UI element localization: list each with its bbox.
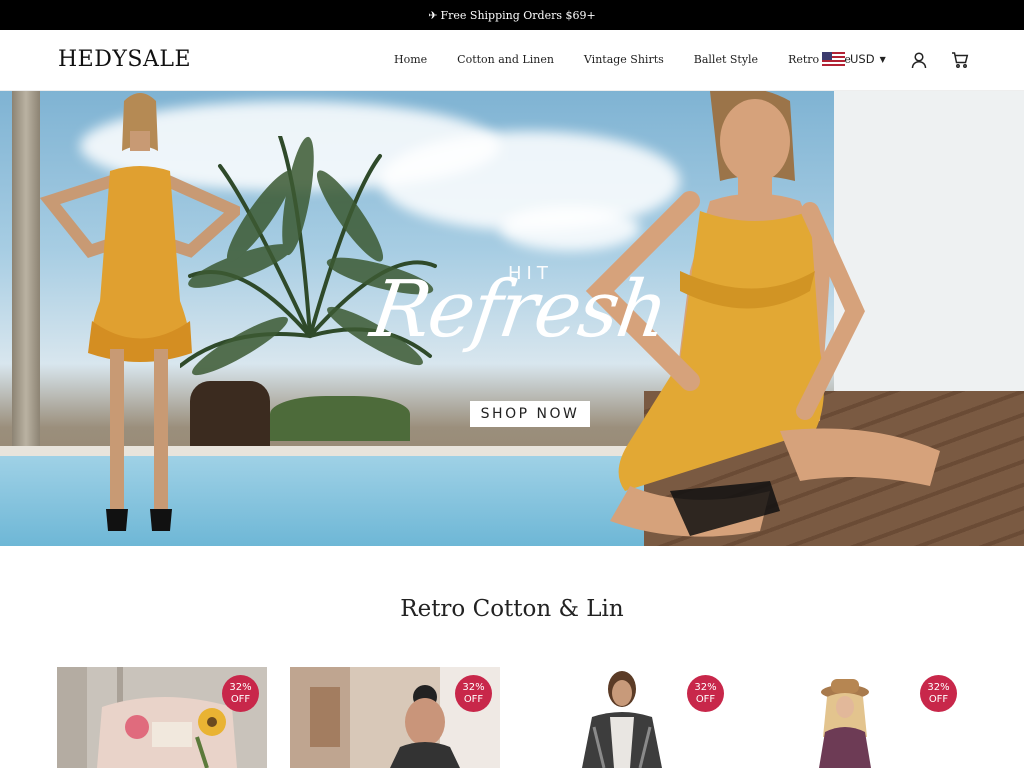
model-left-figure [40, 93, 240, 531]
product-card[interactable]: 32% OFF [755, 667, 965, 768]
product-card[interactable]: 32% OFF [522, 667, 732, 768]
nav-cotton-and-linen[interactable]: Cotton and Linen [457, 53, 554, 66]
discount-badge: 32% OFF [222, 675, 259, 712]
hero-line2: Refresh [365, 265, 672, 355]
main-nav: Home Cotton and Linen Vintage Shirts Bal… [394, 53, 881, 66]
hero-banner[interactable]: HIT Refresh SHOP NOW [0, 91, 1024, 546]
airplane-icon: ✈ [428, 8, 438, 22]
discount-badge: 32% OFF [455, 675, 492, 712]
user-icon[interactable] [910, 51, 928, 69]
discount-percent: 32% [462, 681, 485, 693]
announcement-bar: ✈ Free Shipping Orders $69+ [0, 0, 1024, 30]
currency-selector[interactable]: USD ▼ [822, 52, 886, 66]
cart-icon[interactable] [951, 51, 969, 69]
discount-badge: 32% OFF [687, 675, 724, 712]
site-logo[interactable]: HEDYSALE [58, 47, 191, 72]
discount-percent: 32% [694, 681, 717, 693]
discount-badge: 32% OFF [920, 675, 957, 712]
product-card[interactable]: 32% OFF [57, 667, 267, 768]
discount-off: OFF [463, 693, 484, 705]
discount-off: OFF [230, 693, 251, 705]
nav-ballet-style[interactable]: Ballet Style [694, 53, 758, 66]
us-flag-icon [822, 52, 845, 66]
hedge-shape [270, 396, 410, 441]
section-title: Retro Cotton & Lin [400, 596, 624, 622]
discount-percent: 32% [927, 681, 950, 693]
announcement-text: Free Shipping Orders $69+ [440, 8, 596, 22]
discount-percent: 32% [229, 681, 252, 693]
product-card[interactable]: 32% OFF [290, 667, 500, 768]
nav-home[interactable]: Home [394, 53, 427, 66]
shop-now-button[interactable]: SHOP NOW [470, 401, 590, 427]
discount-off: OFF [695, 693, 716, 705]
palm-trunk-left [12, 91, 40, 491]
caret-down-icon: ▼ [879, 54, 886, 64]
site-header: HEDYSALE Home Cotton and Linen Vintage S… [0, 30, 1024, 91]
currency-label: USD [850, 52, 875, 66]
discount-off: OFF [928, 693, 949, 705]
nav-vintage-shirts[interactable]: Vintage Shirts [584, 53, 664, 66]
